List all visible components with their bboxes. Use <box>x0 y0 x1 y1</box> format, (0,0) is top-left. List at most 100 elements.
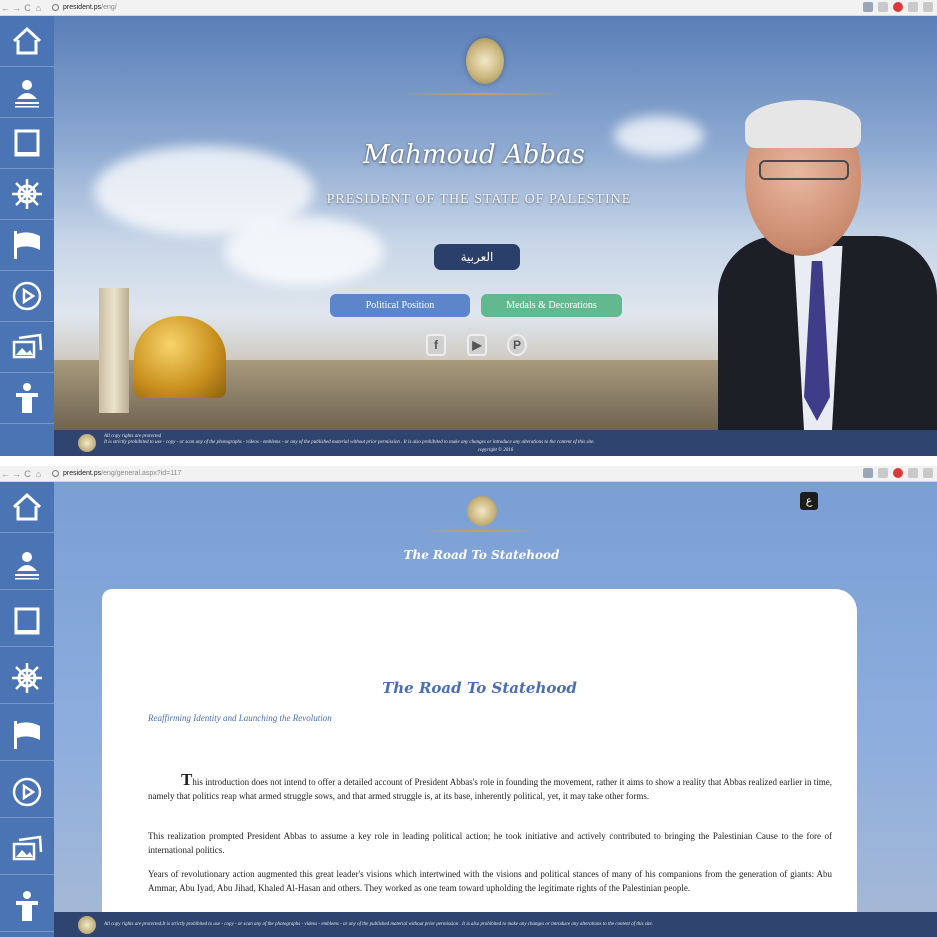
extension-icon[interactable] <box>908 468 918 478</box>
sidebar <box>0 482 54 937</box>
star-icon[interactable] <box>878 468 888 478</box>
extensions <box>863 2 933 12</box>
arabic-toggle-button[interactable]: ع <box>800 492 818 510</box>
dome-of-the-rock <box>134 316 226 398</box>
copyright-footer: All copy rights are protected.It is stri… <box>54 912 937 937</box>
extension-icon[interactable] <box>908 2 918 12</box>
president-portrait <box>703 96 937 430</box>
reload-icon[interactable]: C <box>22 466 33 482</box>
speaker-icon <box>16 891 38 921</box>
book-icon <box>14 129 40 157</box>
sidebar <box>0 16 54 456</box>
play-icon <box>12 281 42 311</box>
profile-icon <box>15 552 39 580</box>
sidebar-item-video[interactable] <box>0 271 54 322</box>
translate-icon[interactable] <box>863 2 873 12</box>
sidebar-item-helm[interactable] <box>0 653 54 704</box>
extension-icon[interactable] <box>923 468 933 478</box>
sidebar-item-book[interactable] <box>0 596 54 647</box>
emblem-divider <box>399 93 564 95</box>
hero-banner: Mahmoud Abbas PRESIDENT OF THE STATE OF … <box>54 16 937 430</box>
translate-icon[interactable] <box>863 468 873 478</box>
back-icon[interactable]: ← <box>0 0 11 16</box>
article-title: The Road To Statehood <box>382 679 577 697</box>
sidebar-item-profile[interactable] <box>0 539 54 590</box>
reload-icon[interactable]: C <box>22 0 33 16</box>
cloud <box>224 216 384 286</box>
emblem-divider <box>422 530 537 532</box>
sidebar-item-flag[interactable] <box>0 220 54 271</box>
speaker-icon <box>16 383 38 413</box>
youtube-icon[interactable]: ▶ <box>467 334 487 356</box>
flag-icon <box>14 721 40 749</box>
sidebar-item-speaker[interactable] <box>0 373 54 424</box>
home-icon <box>12 492 42 521</box>
footer-notice: All copy rights are protected It is stri… <box>104 434 924 446</box>
sidebar-item-flag[interactable] <box>0 710 54 761</box>
helm-icon <box>12 663 42 693</box>
flag-icon <box>14 231 40 259</box>
sidebar-item-home[interactable] <box>0 482 54 533</box>
browser-toolbar: ← → C ⌂ president.ps /eng/general.aspx?i… <box>0 466 937 482</box>
adblock-icon[interactable] <box>893 468 903 478</box>
facebook-icon[interactable]: f <box>426 334 446 356</box>
sidebar-item-speaker[interactable] <box>0 881 54 932</box>
footer-emblem <box>78 916 96 934</box>
photos-icon <box>12 835 43 861</box>
article-screenshot: ← → C ⌂ president.ps /eng/general.aspx?i… <box>0 466 937 937</box>
url-host: president.ps <box>63 4 102 11</box>
president-name: Mahmoud Abbas <box>363 140 585 170</box>
article-page: The Road To Statehood ع The Road To Stat… <box>54 482 937 922</box>
pinterest-icon[interactable]: P <box>507 334 527 356</box>
info-icon[interactable] <box>52 470 59 477</box>
homepage-screenshot: ← → C ⌂ president.ps /eng/ Mahmoud Abbas… <box>0 0 937 456</box>
medals-decorations-button[interactable]: Medals & Decorations <box>481 294 622 317</box>
drop-cap: T <box>181 770 193 789</box>
back-icon[interactable]: ← <box>0 466 11 482</box>
address-bar[interactable]: president.ps /eng/ <box>48 2 121 14</box>
url-path: /eng/general.aspx?id=117 <box>101 470 182 477</box>
paragraph-1-text: his introduction does not intend to offe… <box>148 777 832 801</box>
browser-toolbar: ← → C ⌂ president.ps /eng/ <box>0 0 937 16</box>
adblock-icon[interactable] <box>893 2 903 12</box>
home-browser-icon[interactable]: ⌂ <box>33 0 44 16</box>
page-heading: The Road To Statehood <box>403 548 560 562</box>
forward-icon[interactable]: → <box>11 466 22 482</box>
profile-icon <box>15 80 39 108</box>
article-card: The Road To Statehood Reaffirming Identi… <box>102 589 857 922</box>
president-title: PRESIDENT OF THE STATE OF PALESTINE <box>326 192 632 207</box>
sidebar-item-profile[interactable] <box>0 67 54 118</box>
political-position-button[interactable]: Political Position <box>330 294 470 317</box>
address-bar[interactable]: president.ps /eng/general.aspx?id=117 <box>48 468 185 480</box>
sidebar-item-photos[interactable] <box>0 322 54 373</box>
info-icon[interactable] <box>52 4 59 11</box>
home-icon <box>12 26 42 55</box>
copyright-footer: All copy rights are protected It is stri… <box>54 430 937 456</box>
forward-icon[interactable]: → <box>11 0 22 16</box>
star-icon[interactable] <box>878 2 888 12</box>
extension-icon[interactable] <box>923 2 933 12</box>
article-paragraph-3: Years of revolutionary action augmented … <box>148 869 832 893</box>
minaret <box>99 288 129 413</box>
extensions <box>863 468 933 478</box>
sidebar-item-helm[interactable] <box>0 169 54 220</box>
photos-icon <box>12 333 43 359</box>
sidebar-item-video[interactable] <box>0 767 54 818</box>
play-icon <box>12 777 42 807</box>
footer-copyright: copyright © 2016 <box>477 448 514 453</box>
home-browser-icon[interactable]: ⌂ <box>33 466 44 482</box>
sidebar-item-home[interactable] <box>0 16 54 67</box>
helm-icon <box>12 179 42 209</box>
url-path: /eng/ <box>101 4 117 11</box>
sidebar-item-photos[interactable] <box>0 824 54 875</box>
article-subtitle: Reaffirming Identity and Launching the R… <box>148 713 332 723</box>
article-paragraph-1: This introduction does not intend to off… <box>148 770 832 803</box>
sidebar-item-book[interactable] <box>0 118 54 169</box>
arabic-language-button[interactable]: العربية <box>434 244 520 270</box>
footer-line-2: It is strictly prohibited to use - copy … <box>104 440 595 445</box>
url-host: president.ps <box>63 470 102 477</box>
footer-notice: All copy rights are protected.It is stri… <box>104 922 654 927</box>
book-icon <box>14 607 40 635</box>
palestine-emblem <box>466 38 504 84</box>
palestine-emblem <box>467 496 497 526</box>
